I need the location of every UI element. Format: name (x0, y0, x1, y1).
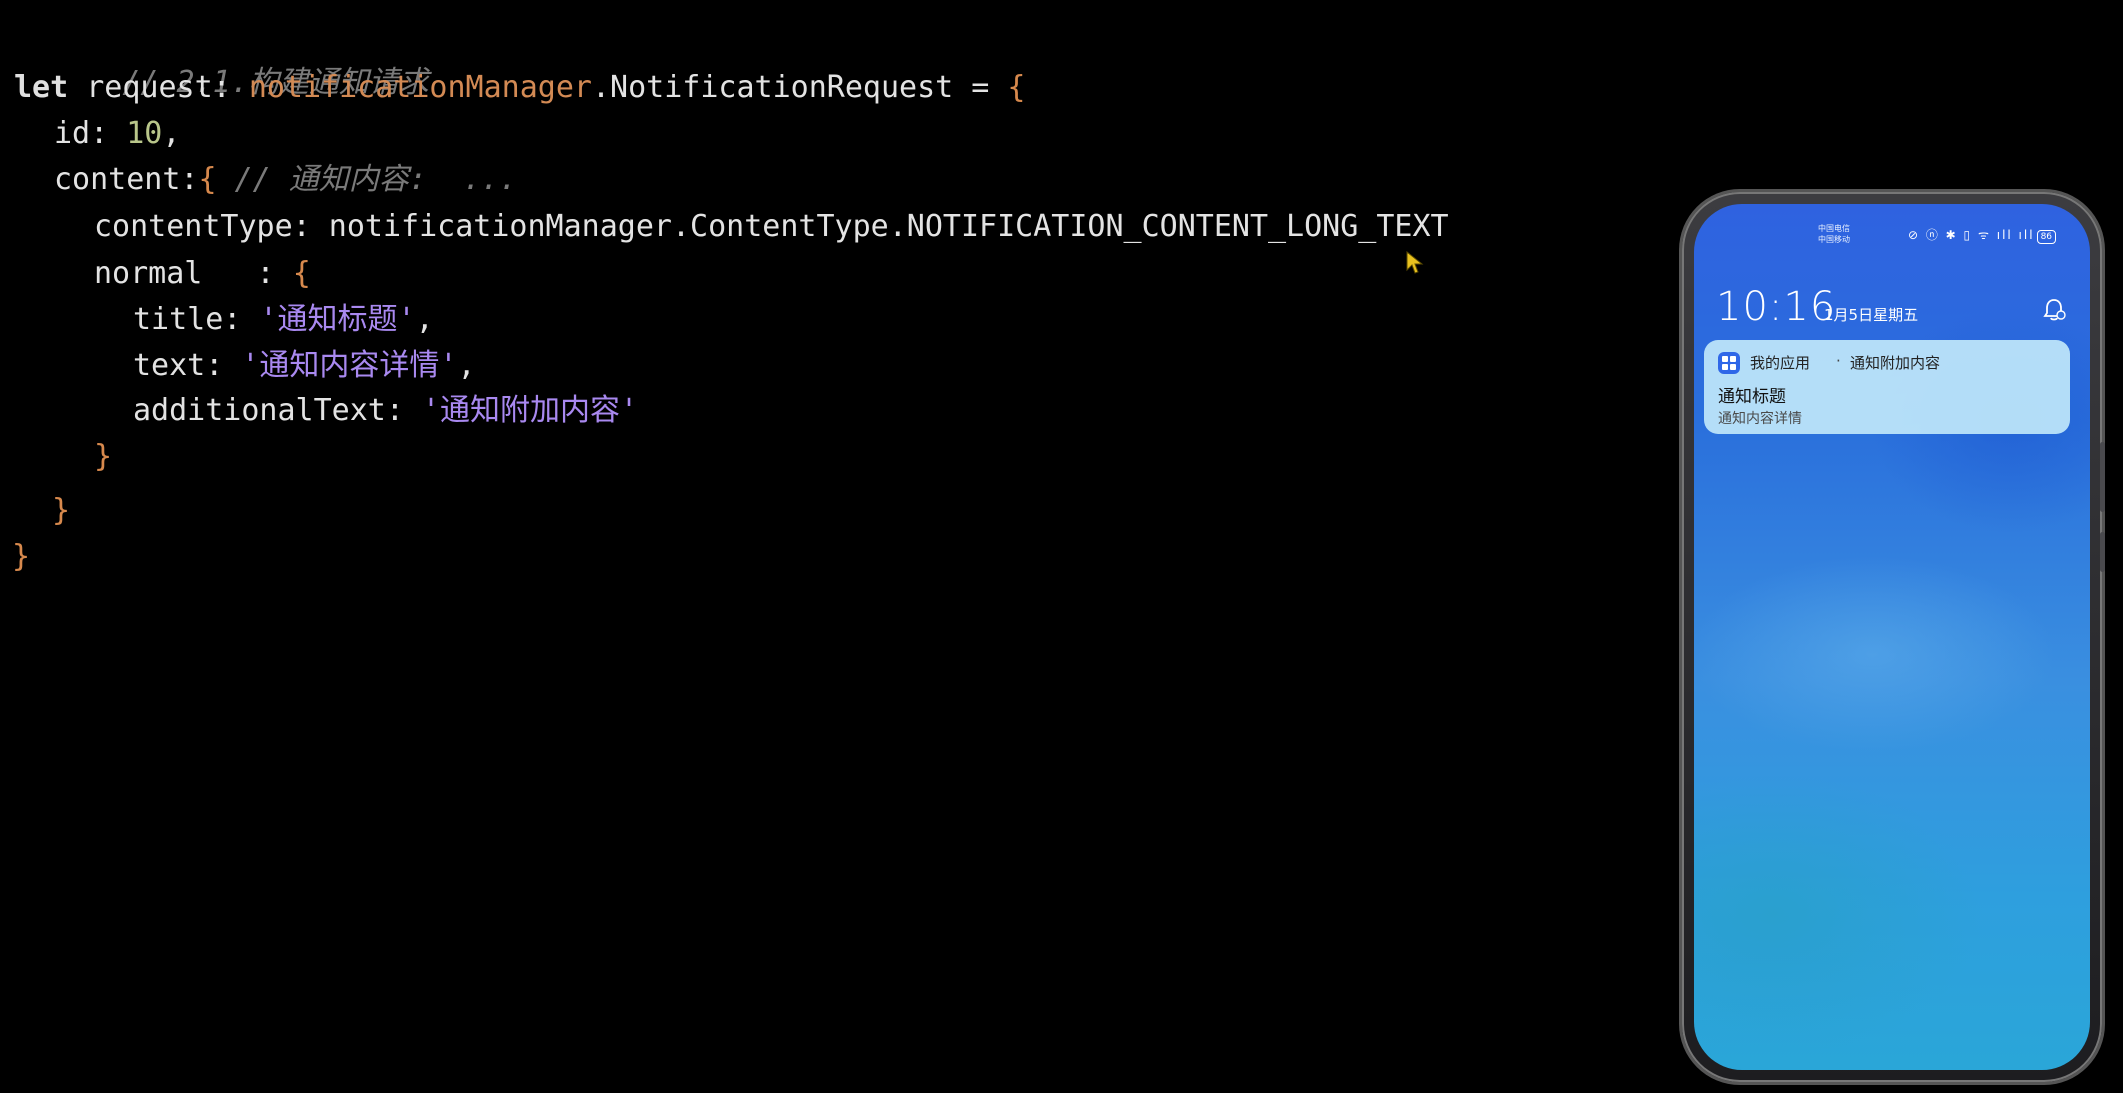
keyword-let: let (14, 70, 69, 105)
code-comment: // 通知内容: ... (216, 162, 518, 197)
notification-separator: · (1836, 352, 1841, 370)
type-notification-request: .NotificationRequest = (591, 70, 1008, 105)
carrier-labels: 中国电信 中国移动 (1818, 223, 1850, 245)
volume-button (2100, 442, 2105, 512)
comma: , (457, 348, 476, 383)
code-line-5: contentType: notificationManager.Content… (94, 207, 1449, 247)
key-normal: normal : (94, 256, 293, 291)
phone-frame: 中国电信 中国移动 ⊘ ⓝ ✱ ▯ ᯤ ıll ıll 86 10:16 1月5日… (1682, 192, 2105, 1082)
code-line-1: // 2.1.构建通知请求 (14, 23, 428, 100)
notification-text: 通知内容详情 (1718, 411, 1802, 427)
signal-icons: ⊘ ⓝ ✱ ▯ ᯤ ıll ıll (1908, 228, 2035, 242)
battery-icon: 86 (2036, 230, 2057, 244)
comma: , (415, 302, 434, 337)
code-line-6: normal : { (94, 254, 311, 294)
open-brace: { (292, 256, 311, 291)
notification-card[interactable]: 我的应用 · 通知附加内容 通知标题 通知内容详情 (1704, 340, 2070, 434)
screen-recording: // 2.1.构建通知请求 let request: notificationM… (0, 0, 2123, 1093)
app-grid-icon (1718, 352, 1740, 374)
notification-app-name: 我的应用 (1750, 354, 1811, 372)
carrier-2: 中国移动 (1818, 235, 1850, 244)
object-notification-manager: notificationManager (248, 70, 592, 105)
key-content: content: (54, 162, 199, 197)
notification-additional-text: 通知附加内容 (1850, 354, 1941, 372)
code-line-3: id: 10, (54, 114, 180, 154)
bell-icon[interactable] (2040, 296, 2068, 324)
code-line-4: content:{ // 通知内容: ... (54, 160, 517, 200)
code-line-9: additionalText: '通知附加内容' (133, 391, 638, 431)
carrier-1: 中国电信 (1818, 224, 1850, 233)
code-line-2: let request: notificationManager.Notific… (14, 68, 1025, 108)
lock-screen: 中国电信 中国移动 ⊘ ⓝ ✱ ▯ ᯤ ıll ıll 86 10:16 1月5日… (1694, 204, 2090, 1070)
key-text: text: (133, 348, 242, 383)
close-brace: } (94, 439, 113, 474)
status-bar: 中国电信 中国移动 ⊘ ⓝ ✱ ▯ ᯤ ıll ıll 86 (1694, 222, 2090, 252)
key-id: id: (54, 116, 127, 151)
code-line-10: } (94, 437, 112, 477)
lock-date: 1月5日星期五 (1824, 306, 1919, 324)
string-title: '通知标题' (259, 302, 416, 337)
code-line-7: title: '通知标题', (133, 300, 434, 340)
value-id: 10 (126, 116, 163, 151)
string-additional-text: '通知附加内容' (421, 393, 639, 428)
open-brace: { (198, 162, 217, 197)
key-title: title: (133, 302, 260, 337)
string-text: '通知内容详情' (241, 348, 458, 383)
close-brace: } (12, 539, 31, 574)
code-line-12: } (12, 537, 30, 577)
status-icons: ⊘ ⓝ ✱ ▯ ᯤ ıll ıll 86 (1908, 226, 2057, 244)
code-line-8: text: '通知内容详情', (133, 346, 476, 386)
code-line-11: } (52, 491, 70, 531)
comma: , (162, 116, 181, 151)
lock-clock: 10:16 (1716, 284, 1837, 330)
power-button (2100, 532, 2105, 572)
mouse-cursor-icon (1406, 251, 1424, 274)
open-brace: { (1007, 70, 1026, 105)
key-additional-text: additionalText: (133, 393, 422, 428)
variable-request: request: (68, 70, 249, 105)
key-content-type: contentType: notificationManager.Content… (94, 209, 1449, 244)
close-brace: } (52, 493, 71, 528)
notification-title: 通知标题 (1718, 387, 1786, 407)
